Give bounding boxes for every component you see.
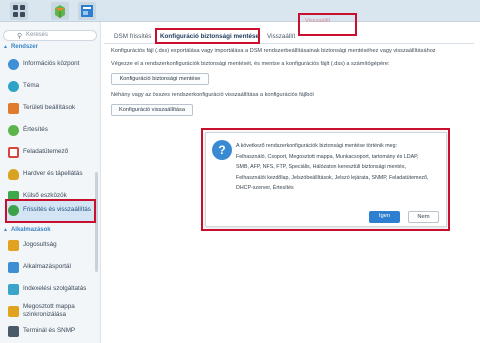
section-header-applications[interactable]: ▲ Alkalmazások bbox=[3, 227, 51, 236]
sidebar-item-theme[interactable]: Téma bbox=[7, 77, 95, 99]
description-text: Konfigurációs fájl (.dss) exportálása va… bbox=[111, 48, 436, 54]
sidebar-item-regional[interactable]: Területi beállítások bbox=[7, 99, 95, 121]
key-icon bbox=[8, 240, 19, 251]
sidebar-item-hardware-power[interactable]: Hardver és tápellátás bbox=[7, 165, 95, 187]
top-taskbar bbox=[0, 0, 480, 22]
portal-icon bbox=[8, 262, 19, 273]
section-header-system[interactable]: ▲ Rendszer bbox=[3, 44, 38, 53]
sidebar-item-notification[interactable]: Értesítés bbox=[7, 121, 95, 143]
dialog-message: A következő rendszerkonfigurációk bizton… bbox=[236, 143, 429, 191]
sidebar-item-terminal-snmp[interactable]: Terminál és SNMP bbox=[7, 322, 95, 343]
restore-instruction: Néhány vagy az összes rendszerkonfigurác… bbox=[111, 92, 314, 98]
collapse-triangle-icon: ▲ bbox=[3, 44, 8, 50]
search-icon: ⚲ bbox=[17, 33, 23, 40]
control-panel-icon[interactable] bbox=[78, 2, 96, 20]
restore-button-disabled: Visszaállít bbox=[305, 18, 331, 24]
backup-config-button[interactable]: Konfiguráció biztonsági mentése bbox=[111, 73, 209, 85]
regional-icon bbox=[8, 103, 19, 114]
question-icon: ? bbox=[212, 140, 232, 160]
package-center-icon[interactable] bbox=[51, 2, 69, 20]
restore-config-button[interactable]: Konfiguráció visszaállítása bbox=[111, 104, 193, 116]
main-menu-icon[interactable] bbox=[10, 2, 28, 20]
yes-button[interactable]: Igen bbox=[369, 211, 400, 223]
search-input[interactable]: ⚲ Keresés bbox=[3, 30, 97, 41]
sync-folder-icon bbox=[8, 306, 19, 317]
sidebar-item-info-center[interactable]: Információs központ bbox=[7, 55, 95, 77]
tab-config-backup[interactable]: Konfiguráció biztonsági mentése bbox=[160, 29, 260, 43]
info-icon bbox=[8, 59, 19, 70]
sidebar-item-task-scheduler[interactable]: Feladatütemező bbox=[7, 143, 95, 165]
collapse-triangle-icon: ▲ bbox=[3, 227, 8, 233]
sidebar-item-indexing[interactable]: Indexelési szolgáltatás bbox=[7, 280, 95, 302]
sidebar: ⌂ ⚲ Keresés ▲Rendszer Információs közpon… bbox=[0, 22, 101, 343]
search-placeholder: Keresés bbox=[26, 32, 49, 38]
sidebar-item-update-restore[interactable]: Frissítés és visszaállítás bbox=[7, 201, 95, 223]
chat-icon bbox=[8, 125, 19, 136]
tab-restore[interactable]: Visszaállít bbox=[267, 29, 295, 43]
sidebar-item-shared-folder-sync[interactable]: Megosztott mappa szinkronizálása bbox=[7, 302, 95, 324]
index-icon bbox=[8, 284, 19, 295]
bulb-icon bbox=[8, 169, 19, 180]
terminal-icon bbox=[8, 326, 19, 337]
confirm-dialog: ? A következő rendszerkonfigurációk bizt… bbox=[205, 132, 447, 227]
tab-dsm-update[interactable]: DSM frissítés bbox=[114, 29, 151, 43]
palette-icon bbox=[8, 81, 19, 92]
calendar-icon bbox=[8, 147, 19, 158]
refresh-icon bbox=[8, 205, 19, 216]
sidebar-item-app-portal[interactable]: Alkalmazásportál bbox=[7, 258, 95, 280]
backup-instruction: Végezze el a rendszerkonfigurációk bizto… bbox=[111, 61, 390, 67]
sidebar-item-privileges[interactable]: Jogosultság bbox=[7, 236, 95, 258]
tab-divider bbox=[104, 43, 474, 44]
no-button[interactable]: Nem bbox=[408, 211, 439, 223]
sidebar-scrollbar[interactable] bbox=[95, 172, 98, 272]
